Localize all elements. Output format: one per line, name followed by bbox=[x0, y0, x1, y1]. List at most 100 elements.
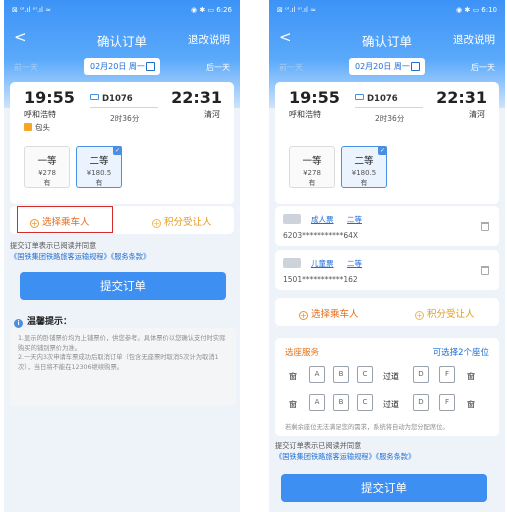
date-label: 02月20日 周一 bbox=[355, 62, 410, 71]
date-picker[interactable]: 02月20日 周一 bbox=[84, 58, 160, 75]
avatar bbox=[283, 214, 301, 224]
arrival-time: 22:31 bbox=[436, 88, 487, 107]
date-picker[interactable]: 02月20日 周一 bbox=[349, 58, 425, 75]
seat-option-second[interactable]: ✓ 二等 ¥180.5 有 bbox=[76, 146, 122, 188]
seat-b[interactable]: B bbox=[333, 366, 349, 383]
seat-price: ¥278 bbox=[303, 169, 321, 177]
passenger-row[interactable]: 成人票 二等 6203***********64X bbox=[275, 206, 499, 246]
order-screen-left: ⊠ ᵒᴵ.ıl ᵒᴵ.ıl ≈ ◉ ✱ ▭ 6:26 < 确认订单 退改说明 前… bbox=[4, 0, 240, 512]
agreement-text: 提交订单表示已阅读并同意《国铁集团铁路旅客运输规程》《服务条款》 bbox=[275, 440, 501, 462]
add-icon: + bbox=[299, 311, 308, 320]
info-icon: i bbox=[14, 319, 23, 328]
arrival-station: 清河 bbox=[469, 110, 485, 119]
date-bar: 前一天 02月20日 周一 后一天 bbox=[269, 58, 505, 76]
train-info-card: 19:55 呼和浩特 D1076 2时36分 22:31 清河 包头 一等 ¥2… bbox=[10, 82, 234, 204]
departure-station: 呼和浩特 bbox=[24, 110, 56, 119]
nav-bar: < 确认订单 退改说明 bbox=[269, 26, 505, 52]
seat-class-link[interactable]: 二等 bbox=[347, 258, 362, 269]
seat-selection-card: 选座服务 可选择2个座位 窗 A B C 过道 D F 窗 窗 A B C 过道… bbox=[275, 338, 499, 436]
seat-option-second[interactable]: ✓ 二等 ¥180.5 有 bbox=[341, 146, 387, 188]
seat-c[interactable]: C bbox=[357, 366, 373, 383]
window-label: 窗 bbox=[467, 372, 475, 381]
departure-time: 19:55 bbox=[289, 88, 340, 107]
route-arrow bbox=[355, 107, 423, 108]
seat-d[interactable]: D bbox=[413, 366, 429, 383]
agreement-link[interactable]: 《国铁集团铁路旅客运输规程》《服务条款》 bbox=[10, 252, 150, 261]
avatar bbox=[283, 258, 301, 268]
status-bar: ⊠ ᵒᴵ.ıl ᵒᴵ.ıl ≈ ◉ ✱ ▭ 6:26 bbox=[4, 0, 240, 20]
check-icon: ✓ bbox=[378, 146, 387, 155]
calendar-icon bbox=[411, 62, 420, 71]
via-badge-icon bbox=[24, 123, 32, 131]
seat-name: 二等 bbox=[354, 156, 374, 167]
date-label: 02月20日 周一 bbox=[90, 62, 145, 71]
trip-duration: 2时36分 bbox=[375, 114, 405, 123]
submit-order-button[interactable]: 提交订单 bbox=[20, 272, 226, 300]
seat-f[interactable]: F bbox=[439, 394, 455, 411]
seat-class-link[interactable]: 二等 bbox=[347, 214, 362, 225]
aisle-label: 过道 bbox=[383, 372, 399, 381]
refund-rules-link[interactable]: 退改说明 bbox=[188, 32, 230, 47]
prev-day-button[interactable]: 前一天 bbox=[279, 62, 303, 73]
next-day-button[interactable]: 后一天 bbox=[206, 62, 230, 73]
seat-option-first[interactable]: 一等 ¥278 有 bbox=[24, 146, 70, 188]
seat-price: ¥180.5 bbox=[351, 169, 377, 177]
seat-d[interactable]: D bbox=[413, 394, 429, 411]
trash-icon[interactable] bbox=[481, 222, 489, 231]
window-label: 窗 bbox=[289, 372, 297, 381]
next-day-button[interactable]: 后一天 bbox=[471, 62, 495, 73]
trip-duration: 2时36分 bbox=[110, 114, 140, 123]
points-beneficiary-button[interactable]: + 积分受让人 bbox=[415, 306, 475, 320]
seat-map-row: 窗 A B C 过道 D F 窗 bbox=[275, 394, 499, 414]
arrival-time: 22:31 bbox=[171, 88, 222, 107]
ticket-type-link[interactable]: 儿童票 bbox=[311, 258, 334, 269]
seat-name: 二等 bbox=[89, 156, 109, 167]
aisle-label: 过道 bbox=[383, 400, 399, 409]
window-label: 窗 bbox=[467, 400, 475, 409]
status-right: ◉ ✱ ▭ 6:26 bbox=[191, 6, 232, 14]
seat-price: ¥180.5 bbox=[86, 169, 112, 177]
agreement-link[interactable]: 《国铁集团铁路旅客运输规程》《服务条款》 bbox=[275, 452, 415, 461]
points-beneficiary-button[interactable]: + 积分受让人 bbox=[152, 214, 212, 228]
add-icon: + bbox=[152, 219, 161, 228]
arrival-station: 清河 bbox=[204, 110, 220, 119]
points-beneficiary-label: 积分受让人 bbox=[164, 217, 212, 228]
refund-rules-link[interactable]: 退改说明 bbox=[453, 32, 495, 47]
departure-station: 呼和浩特 bbox=[289, 110, 321, 119]
highlight-box bbox=[17, 206, 113, 233]
agreement-text: 提交订单表示已阅读并同意《国铁集团铁路旅客运输规程》《服务条款》 bbox=[10, 240, 236, 262]
tip-line: 1.显示的卧铺票价均为上铺票价，供您参考。具体票价以您确认支付时实际购买的铺别票… bbox=[18, 335, 226, 352]
seat-availability: 有 bbox=[95, 179, 103, 187]
train-info-card: 19:55 呼和浩特 D1076 2时36分 22:31 清河 一等 ¥278 … bbox=[275, 82, 499, 204]
agreement-prefix: 提交订单表示已阅读并同意 bbox=[275, 441, 362, 450]
passenger-id: 1501***********162 bbox=[283, 275, 358, 284]
select-passenger-button[interactable]: + 选择乘车人 bbox=[299, 306, 359, 320]
seat-availability: 有 bbox=[360, 179, 368, 187]
train-number[interactable]: D1076 bbox=[90, 94, 133, 104]
seat-f[interactable]: F bbox=[439, 366, 455, 383]
nav-bar: < 确认订单 退改说明 bbox=[4, 26, 240, 52]
submit-order-button[interactable]: 提交订单 bbox=[281, 474, 487, 502]
status-bar: ⊠ ᵒᴵ.ıl ᵒᴵ.ıl ≈ ◉ ✱ ▭ 6:10 bbox=[269, 0, 505, 20]
add-icon: + bbox=[415, 311, 424, 320]
train-number[interactable]: D1076 bbox=[355, 94, 398, 104]
seat-a[interactable]: A bbox=[309, 366, 325, 383]
calendar-icon bbox=[146, 62, 155, 71]
tips-heading: i 温馨提示： bbox=[14, 314, 72, 328]
agreement-prefix: 提交订单表示已阅读并同意 bbox=[10, 241, 97, 250]
seat-option-first[interactable]: 一等 ¥278 有 bbox=[289, 146, 335, 188]
prev-day-button[interactable]: 前一天 bbox=[14, 62, 38, 73]
ticket-type-link[interactable]: 成人票 bbox=[311, 214, 334, 225]
train-number-label: D1076 bbox=[102, 94, 133, 104]
check-icon: ✓ bbox=[113, 146, 122, 155]
seat-b[interactable]: B bbox=[333, 394, 349, 411]
seat-c[interactable]: C bbox=[357, 394, 373, 411]
route-arrow bbox=[90, 107, 158, 108]
seat-name: 一等 bbox=[302, 156, 322, 167]
passenger-id: 6203***********64X bbox=[283, 231, 359, 240]
passenger-row[interactable]: 儿童票 二等 1501***********162 bbox=[275, 250, 499, 290]
tips-box: 1.显示的卧铺票价均为上铺票价，供您参考。具体票价以您确认支付时实际购买的铺别票… bbox=[10, 328, 236, 406]
departure-time: 19:55 bbox=[24, 88, 75, 107]
trash-icon[interactable] bbox=[481, 266, 489, 275]
seat-a[interactable]: A bbox=[309, 394, 325, 411]
